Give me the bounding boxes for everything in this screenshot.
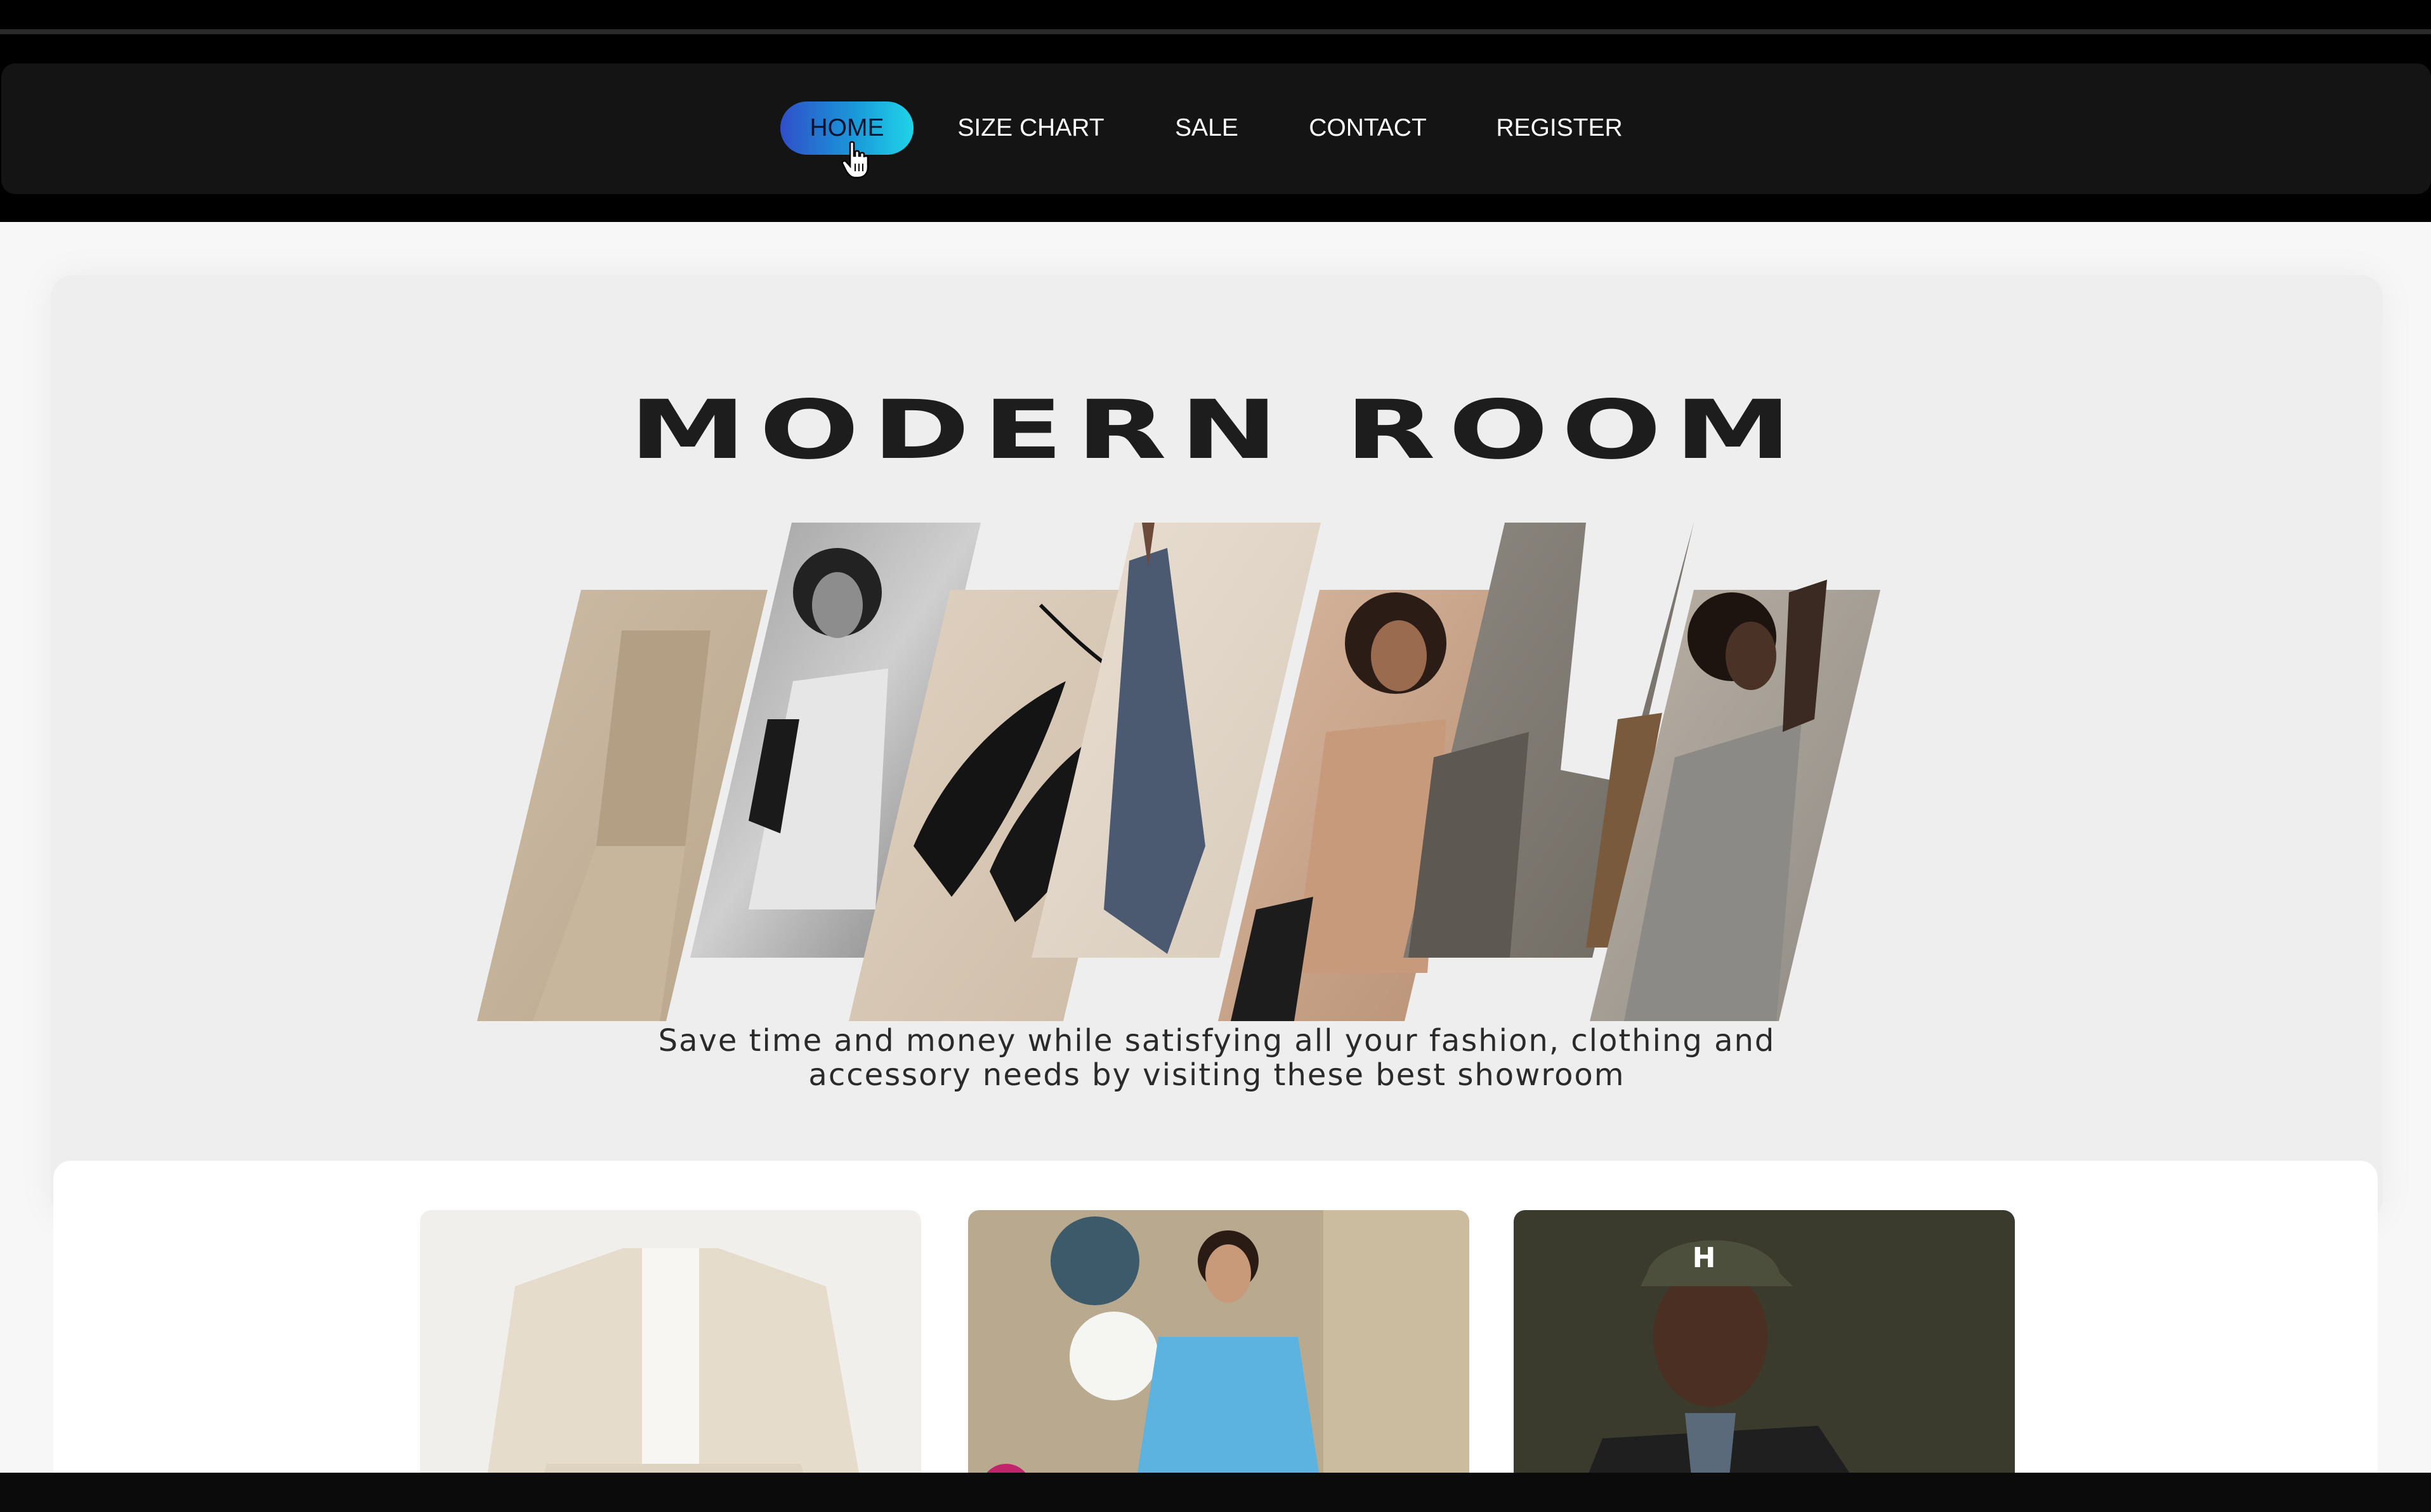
smiling-man-cap-image: H: [1514, 1210, 2015, 1473]
hero-tagline: Save time and money while satisfying all…: [51, 1024, 2383, 1092]
product-card-smiling-man[interactable]: H: [1514, 1210, 2015, 1473]
main-navbar: HOME SIZE CHART SALE CONTACT REGISTER: [1, 63, 2431, 194]
nav-size-chart-link[interactable]: SIZE CHART: [945, 101, 1117, 155]
product-card-blue-dress[interactable]: [968, 1210, 1469, 1473]
nav-sale-link[interactable]: SALE: [1156, 101, 1257, 155]
window-top-edge: [0, 29, 2431, 34]
woman-blue-dress-image: [968, 1210, 1469, 1473]
window-bottom-edge: [0, 1473, 2431, 1512]
cream-jacket-image: [420, 1210, 921, 1473]
page-content: MODERN ROOM Save time and money while sa…: [0, 222, 2431, 1473]
tagline-line-2: accessory needs by visiting these best s…: [808, 1057, 1625, 1093]
svg-text:H: H: [1693, 1242, 1716, 1274]
product-cards-section: H: [53, 1161, 2378, 1473]
tagline-line-1: Save time and money while satisfying all…: [658, 1023, 1776, 1059]
hand-pointer-cursor-icon: [841, 141, 869, 179]
nav-contact-link[interactable]: CONTACT: [1295, 101, 1440, 155]
hero-section: MODERN ROOM Save time and money while sa…: [51, 275, 2383, 1220]
nav-register-link[interactable]: REGISTER: [1479, 101, 1639, 155]
product-card-cream-jacket[interactable]: [420, 1210, 921, 1473]
